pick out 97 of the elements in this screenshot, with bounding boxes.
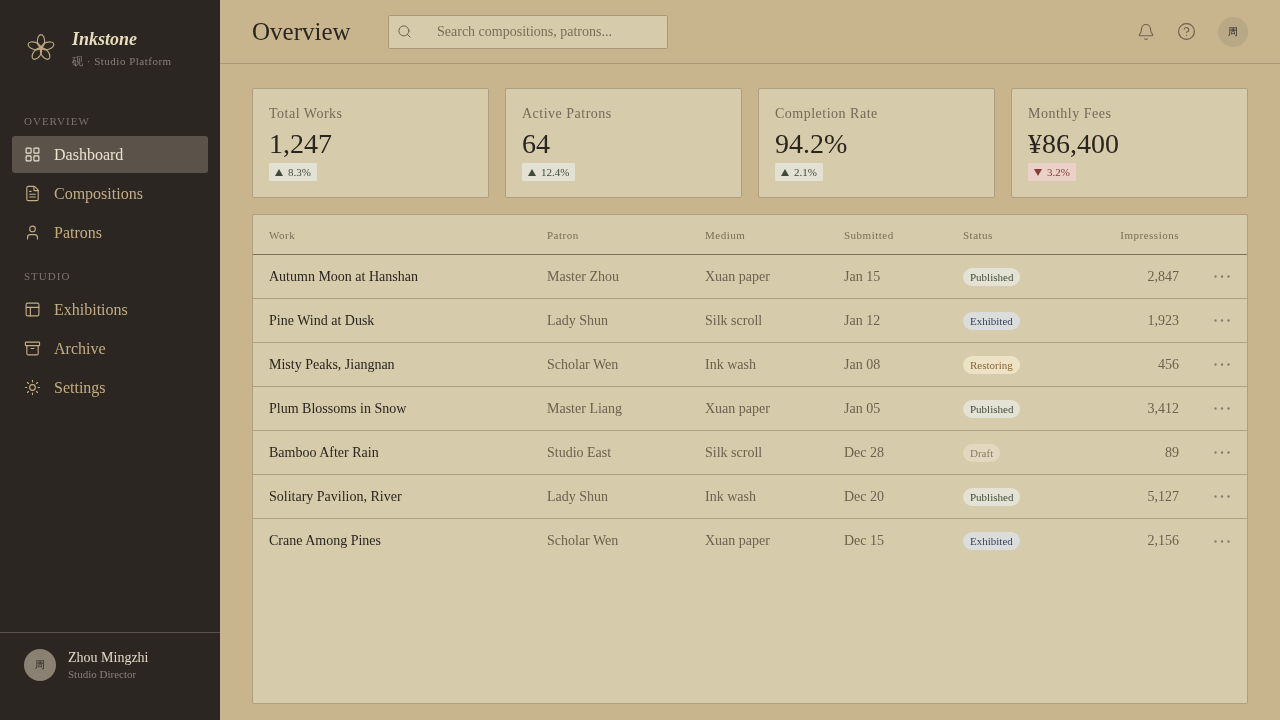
table-cell-text: 89 — [1164, 444, 1179, 461]
column-header: Submitted — [844, 228, 895, 241]
page-title: Overview — [252, 17, 352, 46]
table-cell-text: Xuan paper — [705, 533, 771, 549]
table-cell-text: Misty Peaks, Jiangnan — [269, 356, 396, 373]
more-dots-icon — [1214, 495, 1230, 498]
column-header: Medium — [705, 228, 747, 241]
table-cell-text: Plum Blossoms in Snow — [269, 400, 408, 417]
brand-name: Inkstone — [72, 28, 139, 50]
table-cell-text: Solitary Pavilion, River — [269, 488, 403, 505]
flower-logo-icon — [26, 33, 56, 63]
up-triangle-icon — [781, 168, 789, 176]
user-role: Studio Director — [68, 667, 138, 681]
up-triangle-icon — [528, 168, 536, 176]
nav-item[interactable]: Compositions — [12, 175, 208, 212]
nav-item[interactable]: Settings — [12, 369, 208, 406]
column-header: Work — [269, 228, 297, 241]
table-cell-text: Master Zhou — [547, 268, 620, 285]
status-badge: Published — [963, 487, 1021, 506]
nav-item[interactable]: Patrons — [12, 214, 208, 251]
table-cell-text: 1,923 — [1146, 312, 1179, 329]
document-icon — [24, 185, 41, 202]
table-cell-text: Xuan paper — [705, 400, 771, 417]
stat-value: 94.2% — [775, 127, 848, 161]
table-cell-text: Jan 05 — [844, 400, 882, 417]
column-header: Patron — [547, 228, 580, 241]
table-cell-text: Dec 20 — [844, 488, 886, 505]
stat-value: ¥86,400 — [1028, 127, 1119, 161]
table-cell-text: Pine Wind at Dusk — [269, 312, 376, 329]
nav-section-title: OVERVIEW — [23, 114, 91, 128]
stat-label: Completion Rate — [775, 105, 878, 123]
nav-section-title: STUDIO — [23, 269, 72, 283]
stat-value: 1,247 — [269, 127, 332, 161]
person-icon — [24, 224, 41, 241]
table-cell-text: Master Liang — [547, 400, 624, 417]
table-cell-text: Studio East — [547, 444, 613, 461]
nav-item[interactable]: Archive — [12, 330, 208, 367]
up-triangle-icon — [275, 168, 283, 176]
change-badge: 12.4% — [522, 163, 576, 181]
table-cell-text: 5,127 — [1146, 488, 1179, 505]
table-cell-text: 2,847 — [1146, 268, 1179, 285]
table-cell-text: Lady Shun — [547, 488, 610, 505]
change-badge: 3.2% — [1028, 163, 1076, 181]
user-name: Zhou Mingzhi — [68, 649, 149, 666]
table-cell-text: 2,156 — [1146, 533, 1179, 549]
table-cell-text: Jan 15 — [844, 268, 882, 285]
table-cell-text: Dec 15 — [844, 533, 886, 549]
column-header: Impressions — [1119, 228, 1179, 241]
sun-icon — [24, 379, 41, 396]
table-cell-text: Silk scroll — [705, 444, 764, 461]
table-cell-text: Autumn Moon at Hanshan — [269, 268, 419, 285]
table-cell-text: Dec 28 — [844, 444, 886, 461]
table-cell-text: Silk scroll — [705, 312, 764, 329]
table-cell-text: Lady Shun — [547, 312, 610, 329]
table-cell-text: Ink wash — [705, 356, 757, 373]
more-dots-icon — [1214, 539, 1230, 543]
status-badge: Published — [963, 267, 1021, 286]
stat-label: Total Works — [269, 105, 343, 123]
nav-item[interactable]: Exhibitions — [12, 291, 208, 328]
table-cell-text: 456 — [1157, 356, 1179, 373]
more-dots-icon — [1214, 275, 1230, 278]
change-badge: 8.3% — [269, 163, 317, 181]
column-header: Status — [963, 228, 994, 241]
grid-icon — [24, 146, 41, 163]
table-cell-text: Scholar Wen — [547, 533, 620, 549]
help-icon[interactable] — [1177, 22, 1196, 41]
table-cell-text: Scholar Wen — [547, 356, 620, 373]
table-cell-text: Jan 08 — [844, 356, 882, 373]
layout-icon — [24, 301, 41, 318]
status-badge: Exhibited — [963, 532, 1020, 550]
status-badge: Draft — [963, 443, 1001, 462]
more-dots-icon — [1214, 319, 1230, 322]
change-badge: 2.1% — [775, 163, 823, 181]
bell-icon[interactable] — [1137, 22, 1155, 41]
table-cell-text: Jan 12 — [844, 312, 882, 329]
stat-label: Active Patrons — [522, 105, 612, 123]
table-cell-text: Ink wash — [705, 488, 757, 505]
status-badge: Published — [963, 399, 1021, 418]
stat-label: Monthly Fees — [1028, 105, 1112, 123]
search-field[interactable]: Search compositions, patrons... — [388, 14, 668, 49]
table-cell-text: Bamboo After Rain — [269, 444, 380, 461]
profile-avatar[interactable]: 周 — [1218, 16, 1248, 47]
more-dots-icon — [1214, 451, 1230, 454]
archive-icon — [24, 340, 41, 357]
stat-value: 64 — [522, 127, 550, 161]
brand-tagline: 砚 · Studio Platform — [72, 54, 172, 68]
more-dots-icon — [1214, 407, 1230, 410]
table-cell-text: Xuan paper — [705, 268, 771, 285]
down-triangle-icon — [1034, 168, 1042, 176]
user-avatar: 周 — [24, 649, 56, 681]
table-cell-text: Crane Among Pines — [269, 533, 382, 549]
more-dots-icon — [1214, 363, 1230, 366]
nav-item[interactable]: Dashboard — [12, 136, 208, 173]
search-icon — [397, 23, 412, 39]
table-cell-text: 3,412 — [1146, 400, 1179, 417]
status-badge: Exhibited — [963, 311, 1020, 330]
status-badge: Restoring — [963, 355, 1020, 374]
